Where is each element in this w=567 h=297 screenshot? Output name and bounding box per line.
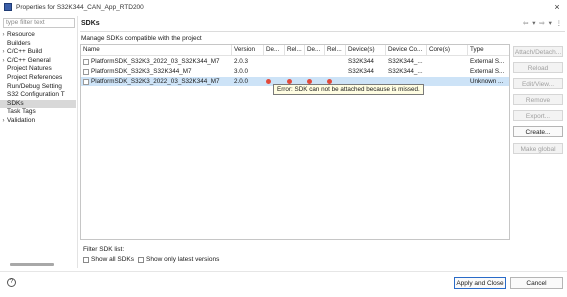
column-header-cores[interactable]: Core(s) (427, 45, 468, 55)
nav-item-cpp-general[interactable]: › C/C++ General (0, 57, 76, 66)
table-row[interactable]: PlatformSDK_S32K3_S32K344_M7 3.0.0 S32K3… (81, 67, 509, 76)
nav-tree: › Resource Builders › C/C++ Build › C/C++ G… (0, 31, 76, 126)
nav-item-label: Project Natures (7, 65, 52, 73)
column-header-de[interactable]: De... (264, 45, 285, 55)
nav-item-label: Validation (7, 116, 36, 124)
nav-item-task-tags[interactable]: Task Tags (0, 108, 76, 117)
column-header-rel[interactable]: Rel... (285, 45, 305, 55)
expand-chevron-icon[interactable]: › (0, 31, 7, 40)
sdk-device: S32K344 (348, 68, 374, 75)
nav-item-label: C/C++ Build (7, 48, 43, 56)
sdk-device: S32K344 (348, 58, 374, 65)
table-row[interactable]: PlatformSDK_S32K3_2022_03_S32K344_M7 2.0… (81, 57, 509, 66)
nav-item-resource[interactable]: › Resource (0, 31, 76, 40)
window-close-button[interactable]: × (552, 2, 562, 12)
attach-detach-button[interactable]: Attach/Detach... (513, 46, 563, 57)
checkbox-icon[interactable] (83, 256, 89, 263)
page-title: SDKs (81, 20, 100, 27)
sdk-name: PlatformSDK_S32K3_S32K344_M7 (91, 68, 192, 75)
expand-chevron-icon[interactable]: › (0, 57, 7, 66)
expand-chevron-icon[interactable]: › (0, 48, 7, 57)
divider (80, 31, 565, 32)
column-header-type[interactable]: Type (468, 45, 509, 55)
column-header-de2[interactable]: De... (305, 45, 325, 55)
nav-item-project-references[interactable]: Project References (0, 74, 76, 83)
cancel-button[interactable]: Cancel (510, 277, 563, 289)
column-header-rel2[interactable]: Rel... (325, 45, 346, 55)
app-icon (4, 3, 12, 11)
page-nav-arrows-icon[interactable]: ⇦ ▾ ⇨ ▾ ⋮ (523, 19, 563, 27)
remove-button[interactable]: Remove (513, 94, 563, 105)
filter-sdk-label: Filter SDK list: (83, 246, 125, 253)
nav-item-label: SDKs (7, 99, 24, 107)
checkbox-label: Show all SDKs (91, 256, 134, 263)
help-icon[interactable]: ? (7, 278, 16, 287)
filter-input[interactable]: type filter text (3, 18, 75, 28)
sdk-version: 2.0.0 (234, 78, 249, 85)
column-header-name[interactable]: Name (81, 45, 232, 55)
nav-item-run-debug[interactable]: Run/Debug Setting (0, 83, 76, 92)
title-bar: Properties for S32K344_CAN_App_RTD200 × (0, 0, 567, 14)
apply-and-close-button[interactable]: Apply and Close (454, 277, 506, 289)
show-latest-versions-checkbox[interactable]: Show only latest versions (138, 256, 219, 263)
table-header: Name Version De... Rel... De... Rel... D… (81, 45, 509, 56)
edit-view-button[interactable]: Edit/View... (513, 78, 563, 89)
nav-item-label: Builders (7, 39, 31, 47)
nav-item-sdks[interactable]: SDKs (0, 99, 76, 109)
sdk-device-co: S32K344_... (388, 58, 423, 65)
sdk-device-co: S32K344_... (388, 68, 423, 75)
sdk-version: 3.0.0 (234, 68, 249, 75)
sdk-type: External S... (470, 58, 505, 65)
checkbox-label: Show only latest versions (146, 256, 220, 263)
make-global-button[interactable]: Make global (513, 143, 563, 154)
error-tooltip: Error: SDK can not be attached because i… (273, 84, 424, 95)
sdk-core (427, 67, 468, 76)
divider (0, 271, 567, 272)
page-description: Manage SDKs compatible with the project (81, 35, 202, 42)
nav-item-validation[interactable]: › Validation (0, 117, 76, 126)
sdk-table: Name Version De... Rel... De... Rel... D… (80, 44, 510, 240)
column-header-devices[interactable]: Device(s) (346, 45, 386, 55)
column-header-device-co[interactable]: Device Co... (386, 45, 427, 55)
nav-item-project-natures[interactable]: Project Natures (0, 65, 76, 74)
sdk-version: 2.0.3 (234, 58, 249, 65)
nav-item-label: Run/Debug Setting (7, 82, 62, 90)
sdk-name: PlatformSDK_S32K3_2022_03_S32K344_M7 (91, 58, 220, 65)
checkbox-icon[interactable] (138, 256, 144, 263)
error-icon (266, 79, 271, 84)
nav-item-cpp-build[interactable]: › C/C++ Build (0, 48, 76, 57)
expand-chevron-icon[interactable]: › (0, 117, 7, 126)
window-title: Properties for S32K344_CAN_App_RTD200 (16, 3, 144, 11)
export-button[interactable]: Export... (513, 110, 563, 121)
sdk-core (427, 77, 468, 86)
sdk-type: Unknown ... (470, 78, 504, 85)
sdk-core (427, 57, 468, 66)
sdk-name: PlatformSDK_S32K3_2022_03_S32K344_M7 (91, 78, 220, 85)
show-all-sdks-checkbox[interactable]: Show all SDKs (83, 256, 134, 263)
nav-item-label: Resource (7, 31, 35, 38)
nav-item-builders[interactable]: Builders (0, 40, 76, 49)
nav-item-label: Task Tags (7, 108, 36, 116)
reload-button[interactable]: Reload (513, 62, 563, 73)
column-header-version[interactable]: Version (232, 45, 264, 55)
nav-item-s32-config[interactable]: S32 Configuration T (0, 91, 76, 100)
nav-scrollbar[interactable] (10, 263, 54, 266)
nav-item-label: C/C++ General (7, 56, 51, 64)
panel-divider[interactable] (77, 16, 78, 268)
create-button[interactable]: Create... (513, 126, 563, 137)
nav-item-label: S32 Configuration T (7, 91, 65, 99)
nav-item-label: Project References (7, 73, 63, 81)
sdk-type: External S... (470, 68, 505, 75)
